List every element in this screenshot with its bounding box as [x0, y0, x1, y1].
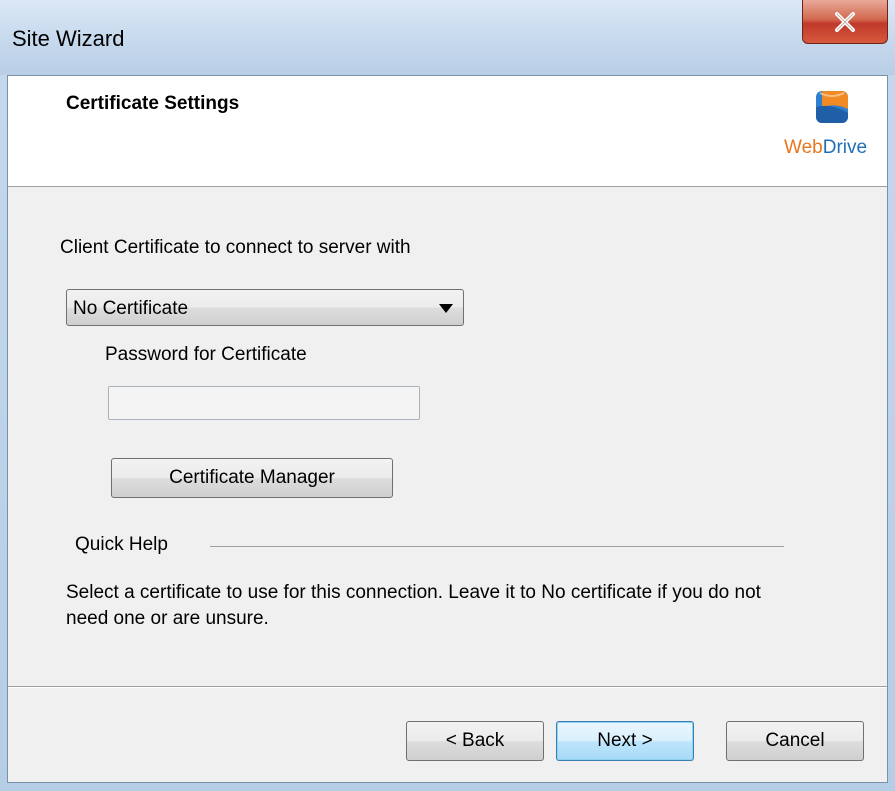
wizard-header: Certificate Settings WebDrive — [8, 76, 887, 187]
chevron-down-icon — [439, 304, 453, 313]
quick-help-text: Select a certificate to use for this con… — [66, 582, 761, 629]
password-label: Password for Certificate — [105, 344, 307, 365]
client-certificate-label: Client Certificate to connect to server … — [60, 237, 411, 258]
cancel-button[interactable]: Cancel — [726, 721, 864, 761]
close-button[interactable] — [802, 0, 888, 44]
next-button[interactable]: Next > — [556, 721, 694, 761]
certificate-password-field[interactable] — [108, 386, 420, 420]
site-wizard-window: Site Wizard Certificate Settings WebDriv… — [0, 0, 895, 791]
quick-help-divider — [210, 546, 784, 547]
certificate-select-value: No Certificate — [73, 298, 189, 319]
window-title: Site Wizard — [12, 26, 125, 51]
logo-text-web: Web — [784, 137, 823, 158]
certificate-select[interactable]: No Certificate — [66, 289, 464, 326]
page-title: Certificate Settings — [66, 93, 240, 114]
webdrive-logo-icon — [816, 91, 848, 123]
footer-divider — [8, 686, 887, 687]
dialog-client-area: Certificate Settings WebDrive Client Cer… — [7, 75, 888, 783]
title-bar[interactable]: Site Wizard — [0, 0, 895, 75]
close-icon — [835, 11, 855, 32]
back-button[interactable]: < Back — [406, 721, 544, 761]
back-button-label: < Back — [445, 730, 505, 751]
logo-text-drive: Drive — [822, 137, 868, 158]
webdrive-logo-text: WebDrive — [784, 137, 867, 159]
quick-help-title: Quick Help — [75, 534, 168, 555]
certificate-manager-button[interactable]: Certificate Manager — [111, 458, 393, 498]
webdrive-logo: WebDrive — [776, 89, 886, 169]
